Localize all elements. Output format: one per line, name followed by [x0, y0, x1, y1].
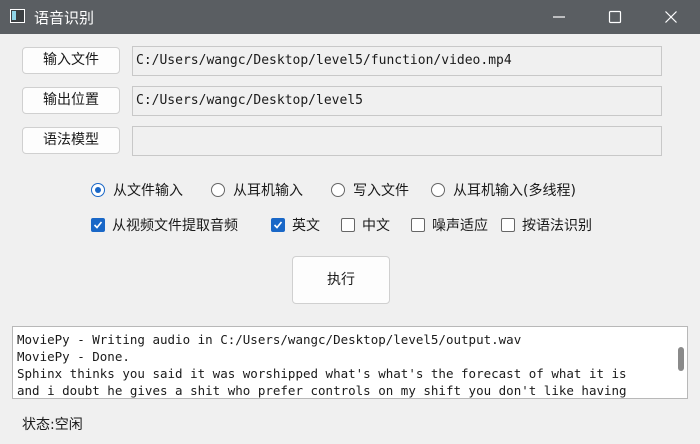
status-label: 状态:空闲	[22, 417, 83, 433]
checkbox-noise-adaptation[interactable]: 噪声适应	[411, 216, 488, 234]
close-icon	[665, 11, 677, 23]
checkbox-chinese[interactable]: 中文	[341, 216, 390, 234]
checkbox-label: 中文	[362, 218, 390, 234]
checkbox-label: 噪声适应	[432, 218, 488, 234]
log-line: MoviePy - Writing audio in C:/Users/wang…	[17, 332, 522, 347]
minimize-button[interactable]	[532, 0, 586, 34]
log-scrollbar[interactable]	[678, 347, 684, 371]
output-log[interactable]: MoviePy - Writing audio in C:/Users/wang…	[12, 326, 688, 399]
checkbox-indicator	[271, 218, 285, 232]
log-line: MoviePy - Done.	[17, 349, 130, 364]
grammar-model-field[interactable]	[132, 126, 662, 156]
checkbox-indicator	[91, 218, 105, 232]
checkbox-grammar-recognition[interactable]: 按语法识别	[501, 216, 592, 234]
radio-from-headset[interactable]: 从耳机输入	[211, 181, 303, 199]
execute-button[interactable]: 执行	[292, 256, 390, 304]
radio-indicator	[211, 183, 225, 197]
grammar-model-button[interactable]: 语法模型	[22, 127, 120, 154]
checkbox-indicator	[341, 218, 355, 232]
radio-write-file[interactable]: 写入文件	[331, 181, 409, 199]
radio-label: 从文件输入	[113, 183, 183, 199]
maximize-icon	[608, 10, 622, 24]
checkbox-label: 按语法识别	[522, 218, 592, 234]
radio-label: 从耳机输入(多线程)	[453, 183, 576, 199]
checkbox-label: 英文	[292, 218, 320, 234]
log-line: Sphinx thinks you said it was worshipped…	[17, 366, 627, 381]
checkbox-english[interactable]: 英文	[271, 216, 320, 234]
radio-label: 写入文件	[353, 183, 409, 199]
minimize-icon	[553, 16, 565, 18]
output-location-field[interactable]: C:/Users/wangc/Desktop/level5	[132, 86, 662, 116]
window-title: 语音识别	[34, 9, 95, 27]
maximize-button[interactable]	[588, 0, 642, 34]
radio-from-headset-multithread[interactable]: 从耳机输入(多线程)	[431, 181, 576, 199]
checkbox-indicator	[501, 218, 515, 232]
log-line: and i doubt he gives a shit who prefer c…	[17, 383, 627, 398]
input-file-field[interactable]: C:/Users/wangc/Desktop/level5/function/v…	[132, 46, 662, 76]
app-icon	[10, 9, 25, 23]
close-button[interactable]	[644, 0, 698, 34]
radio-indicator	[91, 183, 105, 197]
radio-indicator	[331, 183, 345, 197]
title-bar: 语音识别	[0, 0, 700, 34]
radio-label: 从耳机输入	[233, 183, 303, 199]
checkbox-extract-audio[interactable]: 从视频文件提取音频	[91, 216, 238, 234]
input-file-button[interactable]: 输入文件	[22, 47, 120, 74]
output-location-button[interactable]: 输出位置	[22, 87, 120, 114]
radio-indicator	[431, 183, 445, 197]
checkbox-label: 从视频文件提取音频	[112, 218, 238, 234]
checkmark-icon	[93, 221, 103, 229]
checkmark-icon	[273, 221, 283, 229]
checkbox-indicator	[411, 218, 425, 232]
radio-from-file[interactable]: 从文件输入	[91, 181, 183, 199]
